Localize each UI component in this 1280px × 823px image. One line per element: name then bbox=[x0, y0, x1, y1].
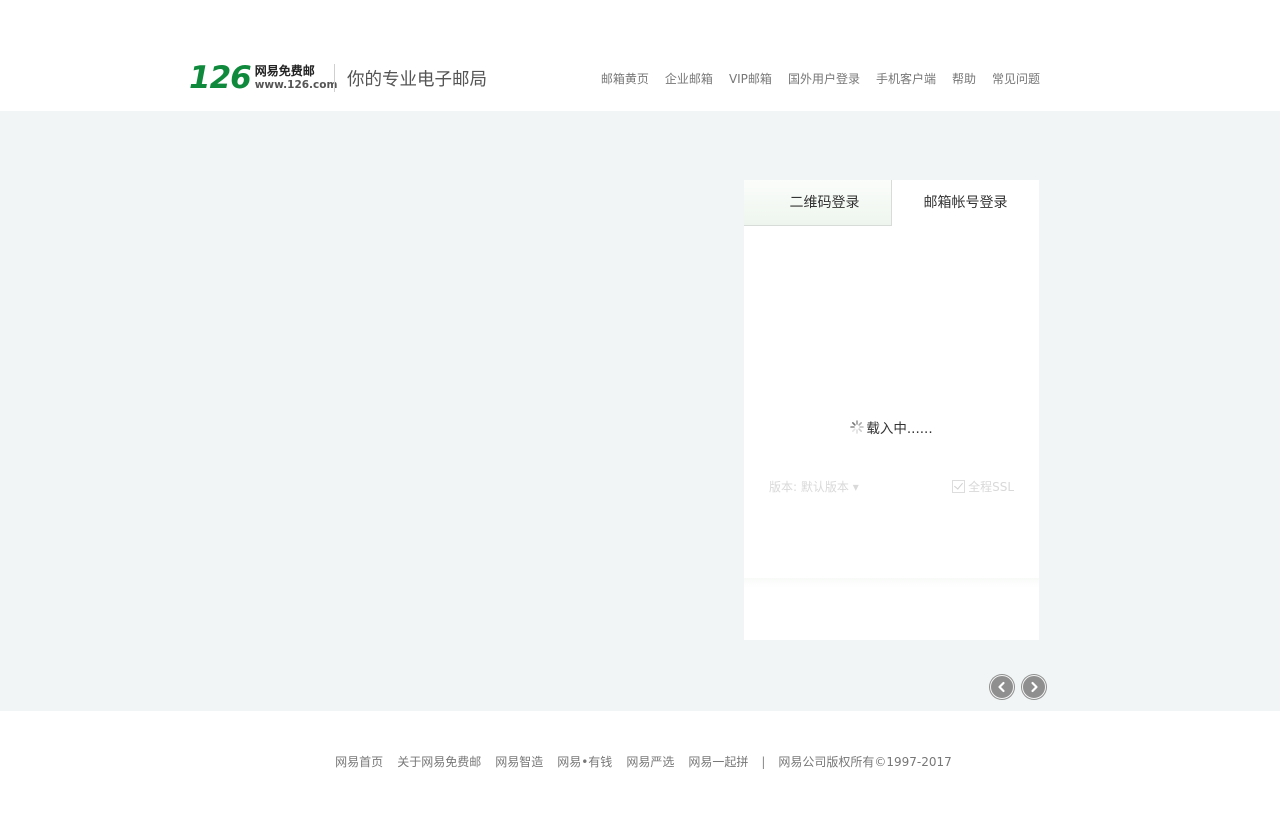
chevron-left-icon bbox=[996, 678, 1008, 697]
footer-separator: | bbox=[761, 754, 766, 769]
footer-link-about[interactable]: 关于网易免费邮 bbox=[397, 753, 481, 770]
nav-link-vip-mail[interactable]: VIP邮箱 bbox=[729, 70, 772, 87]
footer-links: 网易首页 关于网易免费邮 网易智造 网易•有钱 网易严选 网易一起拼 | 网易公… bbox=[0, 753, 1280, 770]
login-panel: 二维码登录 邮箱帐号登录 载入中...... 版本: 默认版本 ▾ 全程SSL bbox=[744, 180, 1039, 640]
tab-account-login[interactable]: 邮箱帐号登录 bbox=[892, 180, 1039, 226]
loading-text: 载入中...... bbox=[866, 421, 933, 437]
slogan: 你的专业电子邮局 bbox=[347, 70, 487, 90]
nav-link-overseas-login[interactable]: 国外用户登录 bbox=[788, 70, 860, 87]
nav-link-mobile-client[interactable]: 手机客户端 bbox=[876, 70, 936, 87]
chevron-right-icon bbox=[1028, 678, 1040, 697]
carousel-next-button[interactable] bbox=[1022, 675, 1046, 699]
nav-link-help[interactable]: 帮助 bbox=[952, 70, 976, 87]
logo-text: 网易免费邮 www.126.com bbox=[254, 64, 338, 91]
footer-link-youqian[interactable]: 网易•有钱 bbox=[557, 753, 612, 770]
spinner-icon bbox=[850, 420, 865, 438]
logo-url: www.126.com bbox=[254, 78, 338, 91]
tab-qr-login[interactable]: 二维码登录 bbox=[744, 180, 892, 226]
footer-link-netease-home[interactable]: 网易首页 bbox=[335, 753, 383, 770]
logo-number: 126 bbox=[189, 59, 252, 96]
login-panel-footer bbox=[744, 578, 1039, 640]
ssl-label: 全程SSL bbox=[968, 480, 1014, 494]
footer-link-yiqipin[interactable]: 网易一起拼 bbox=[688, 753, 748, 770]
ssl-toggle[interactable]: 全程SSL bbox=[952, 478, 1014, 495]
logo[interactable]: 126 网易免费邮 www.126.com bbox=[189, 60, 337, 96]
footer: 网易首页 关于网易免费邮 网易智造 网易•有钱 网易严选 网易一起拼 | 网易公… bbox=[0, 711, 1280, 823]
version-select[interactable]: 版本: 默认版本 ▾ bbox=[769, 478, 859, 495]
main-banner: 二维码登录 邮箱帐号登录 载入中...... 版本: 默认版本 ▾ 全程SSL bbox=[0, 111, 1280, 711]
carousel-prev-button[interactable] bbox=[990, 675, 1014, 699]
top-nav: 邮箱黄页 企业邮箱 VIP邮箱 国外用户登录 手机客户端 帮助 常见问题 bbox=[601, 70, 1040, 87]
nav-link-faq[interactable]: 常见问题 bbox=[992, 70, 1040, 87]
version-label: 版本: 默认版本 bbox=[769, 480, 849, 494]
nav-link-yellow-pages[interactable]: 邮箱黄页 bbox=[601, 70, 649, 87]
copyright: 网易公司版权所有©1997-2017 bbox=[778, 755, 952, 769]
logo-divider bbox=[334, 64, 335, 92]
caret-down-icon: ▾ bbox=[852, 480, 859, 494]
header: 126 网易免费邮 www.126.com 你的专业电子邮局 邮箱黄页 企业邮箱… bbox=[0, 0, 1280, 111]
ssl-checkbox[interactable] bbox=[952, 480, 966, 493]
footer-link-zhizao[interactable]: 网易智造 bbox=[495, 753, 543, 770]
nav-link-enterprise-mail[interactable]: 企业邮箱 bbox=[665, 70, 713, 87]
logo-name: 网易免费邮 bbox=[254, 64, 315, 79]
loading-indicator: 载入中...... bbox=[744, 417, 1039, 438]
login-tabs: 二维码登录 邮箱帐号登录 bbox=[744, 180, 1039, 226]
footer-link-yanxuan[interactable]: 网易严选 bbox=[626, 753, 674, 770]
